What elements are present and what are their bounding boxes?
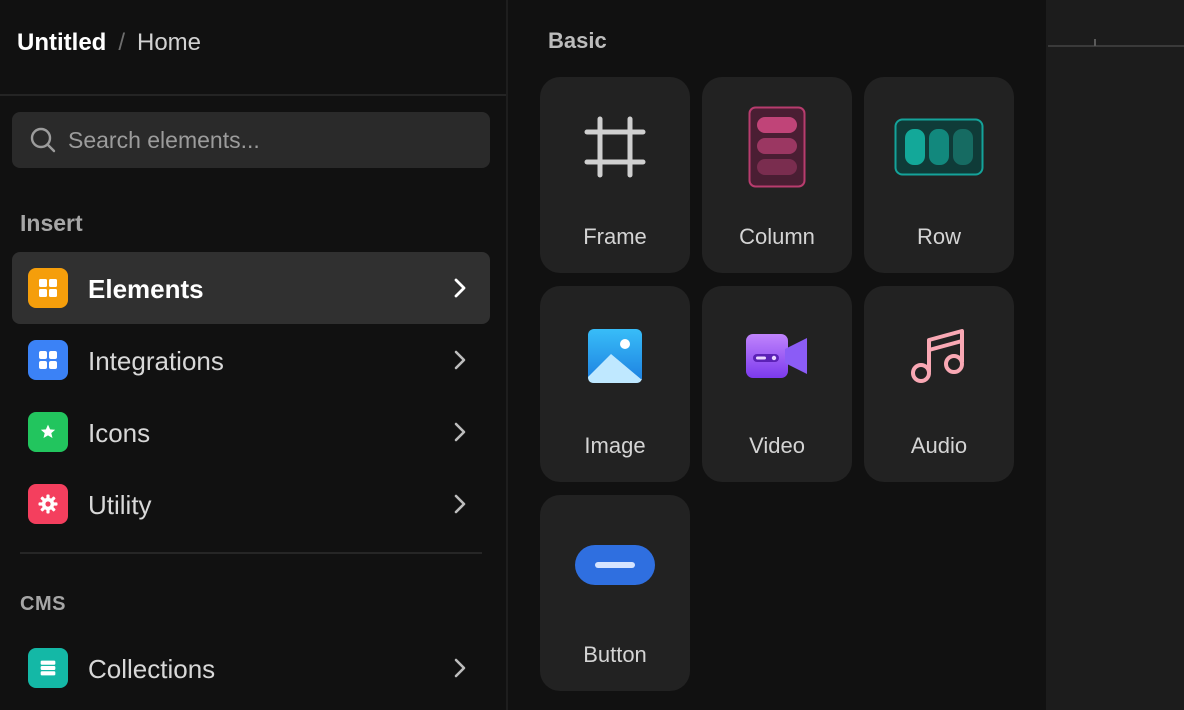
insert-panel: Untitled / Home Search elements... Inser…: [0, 0, 506, 710]
section-title-insert: Insert: [20, 210, 83, 236]
element-tile-row[interactable]: Row: [864, 77, 1014, 273]
menu-item-utility[interactable]: Utility: [12, 468, 490, 540]
chevron-right-icon: [454, 658, 466, 678]
column-icon: [748, 106, 806, 188]
section-title-basic: Basic: [548, 28, 607, 53]
menu-item-elements[interactable]: Elements: [12, 252, 490, 324]
chevron-right-icon: [454, 350, 466, 370]
tile-label: Row: [916, 224, 961, 249]
tile-label: Video: [749, 433, 805, 458]
elements-grid-icon: [28, 268, 68, 308]
image-icon: [588, 329, 642, 383]
tile-label: Image: [584, 433, 646, 458]
row-icon: [894, 118, 984, 176]
menu-item-label: Utility: [88, 490, 152, 520]
breadcrumb-separator: /: [118, 29, 125, 56]
menu-item-collections[interactable]: Collections: [12, 632, 490, 704]
element-tile-image[interactable]: Image: [540, 286, 690, 482]
canvas-area[interactable]: [1046, 0, 1184, 710]
integrations-grid-icon: [28, 340, 68, 380]
frame-icon: [584, 116, 646, 178]
collections-icon: [28, 648, 68, 688]
chevron-right-icon: [454, 494, 466, 514]
tile-label: Frame: [583, 224, 647, 249]
menu-item-label: Elements: [88, 274, 204, 304]
music-note-icon: [911, 329, 964, 383]
button-icon: [575, 545, 655, 585]
chevron-right-icon: [454, 422, 466, 442]
ruler: [1048, 45, 1184, 47]
gear-icon: [28, 484, 68, 524]
menu-item-label: Icons: [88, 418, 151, 448]
star-icon: [28, 412, 68, 452]
tile-label: Column: [739, 224, 815, 249]
element-tile-frame[interactable]: Frame: [540, 77, 690, 273]
breadcrumb: Untitled / Home: [17, 28, 201, 58]
element-tile-audio[interactable]: Audio: [864, 286, 1014, 482]
elements-panel: Basic Frame Column Row Image Video Audio…: [508, 0, 1046, 710]
breadcrumb-project[interactable]: Untitled: [17, 29, 106, 57]
tile-label: Audio: [910, 433, 968, 458]
ruler-tick: [1094, 39, 1096, 46]
breadcrumb-page[interactable]: Home: [137, 29, 201, 57]
element-tile-video[interactable]: Video: [702, 286, 852, 482]
menu-item-icons[interactable]: Icons: [12, 396, 490, 468]
search-input[interactable]: Search elements...: [12, 112, 490, 168]
menu-item-integrations[interactable]: Integrations: [12, 324, 490, 396]
chevron-right-icon: [454, 278, 466, 298]
search-icon: [30, 127, 56, 153]
section-divider: [20, 552, 482, 554]
search-placeholder: Search elements...: [68, 127, 260, 153]
menu-item-label: Integrations: [88, 346, 224, 376]
header-divider: [0, 94, 506, 96]
section-title-cms: CMS: [20, 593, 66, 615]
element-tile-button[interactable]: Button: [540, 495, 690, 691]
tile-label: Button: [583, 642, 647, 667]
menu-item-label: Collections: [88, 654, 216, 684]
video-icon: [746, 334, 807, 378]
element-tile-column[interactable]: Column: [702, 77, 852, 273]
